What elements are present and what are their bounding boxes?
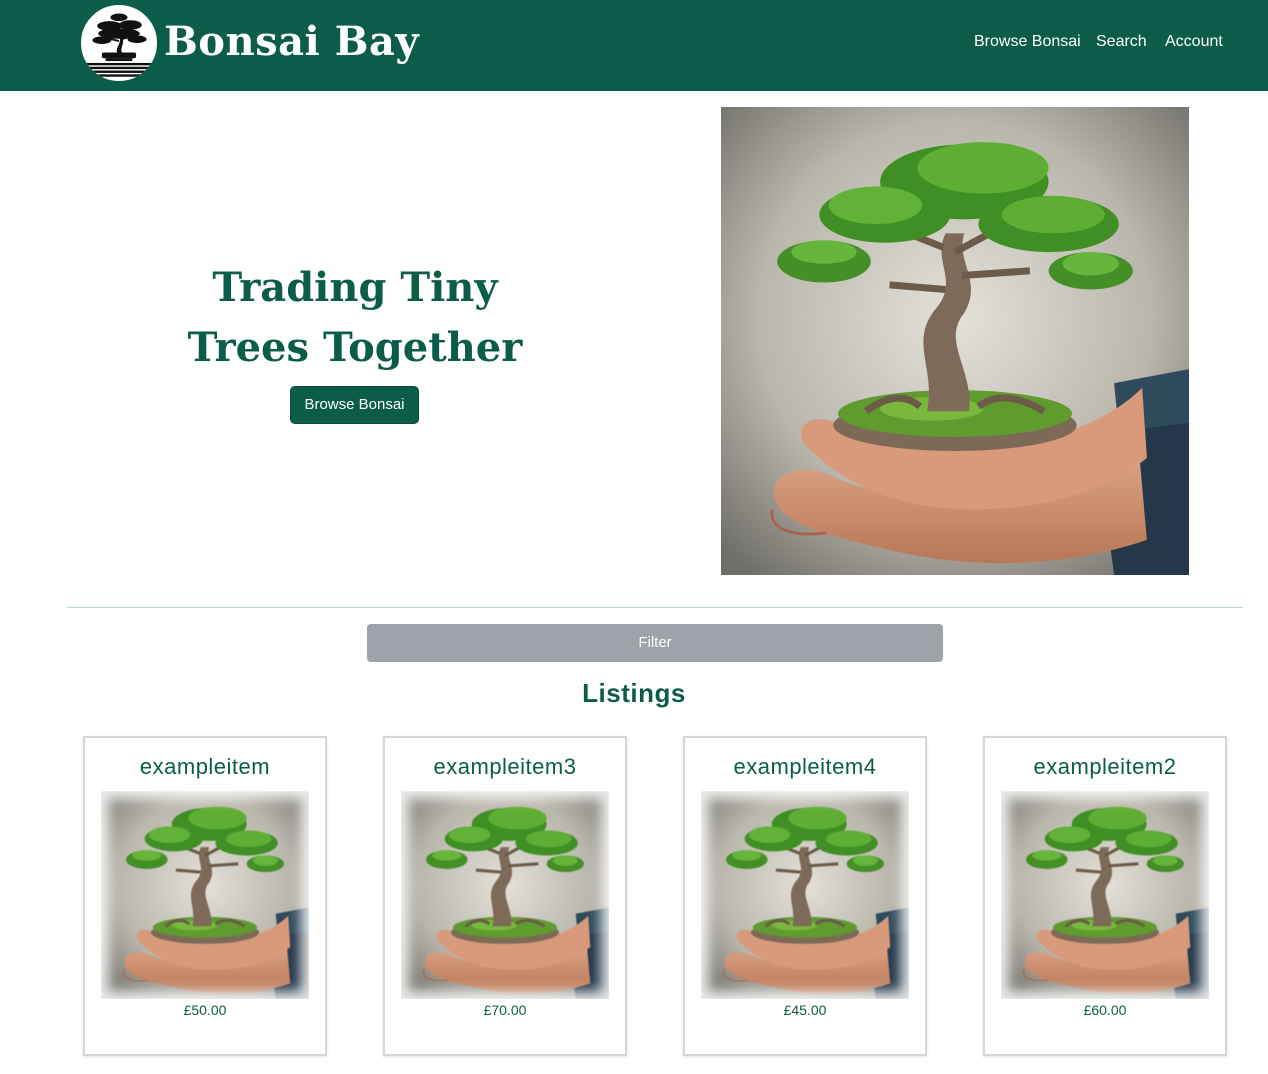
listing-image[interactable]	[1001, 791, 1209, 999]
listing-price: £50.00	[183, 1002, 227, 1018]
listing-title[interactable]: exampleitem2	[985, 752, 1225, 782]
listing-card[interactable]: exampleitem4 £45.00	[683, 736, 927, 1056]
section-divider	[67, 607, 1243, 608]
listing-image[interactable]	[101, 791, 309, 999]
bonsai-logo-icon[interactable]	[79, 3, 159, 83]
listings-heading: Listings	[582, 678, 686, 708]
navbar: Bonsai Bay Browse Bonsai Search Account	[0, 0, 1268, 91]
hero-title-line-1: Trading Tiny	[212, 264, 498, 311]
listing-image[interactable]	[701, 791, 909, 999]
listing-price: £45.00	[783, 1002, 827, 1018]
hero-title-line-2: Trees Together	[187, 324, 523, 371]
listing-price: £60.00	[1083, 1002, 1127, 1018]
listing-price: £70.00	[483, 1002, 527, 1018]
nav-search[interactable]: Search	[1096, 31, 1147, 53]
filter-button[interactable]: Filter	[367, 624, 943, 662]
listing-image[interactable]	[401, 791, 609, 999]
listing-card[interactable]: exampleitem2 £60.00	[983, 736, 1227, 1056]
listing-title[interactable]: exampleitem3	[385, 752, 625, 782]
listing-title[interactable]: exampleitem	[85, 752, 325, 782]
hero-title: Trading Tiny Trees Together	[150, 258, 560, 378]
nav-browse-bonsai[interactable]: Browse Bonsai	[974, 31, 1081, 53]
listing-title[interactable]: exampleitem4	[685, 752, 925, 782]
listing-card[interactable]: exampleitem3 £70.00	[383, 736, 627, 1056]
nav-account[interactable]: Account	[1165, 31, 1223, 53]
hero-browse-button[interactable]: Browse Bonsai	[290, 386, 419, 424]
listing-card[interactable]: exampleitem £50.00	[83, 736, 327, 1056]
hero-bonsai-image	[721, 107, 1189, 575]
brand-title[interactable]: Bonsai Bay	[164, 16, 419, 68]
